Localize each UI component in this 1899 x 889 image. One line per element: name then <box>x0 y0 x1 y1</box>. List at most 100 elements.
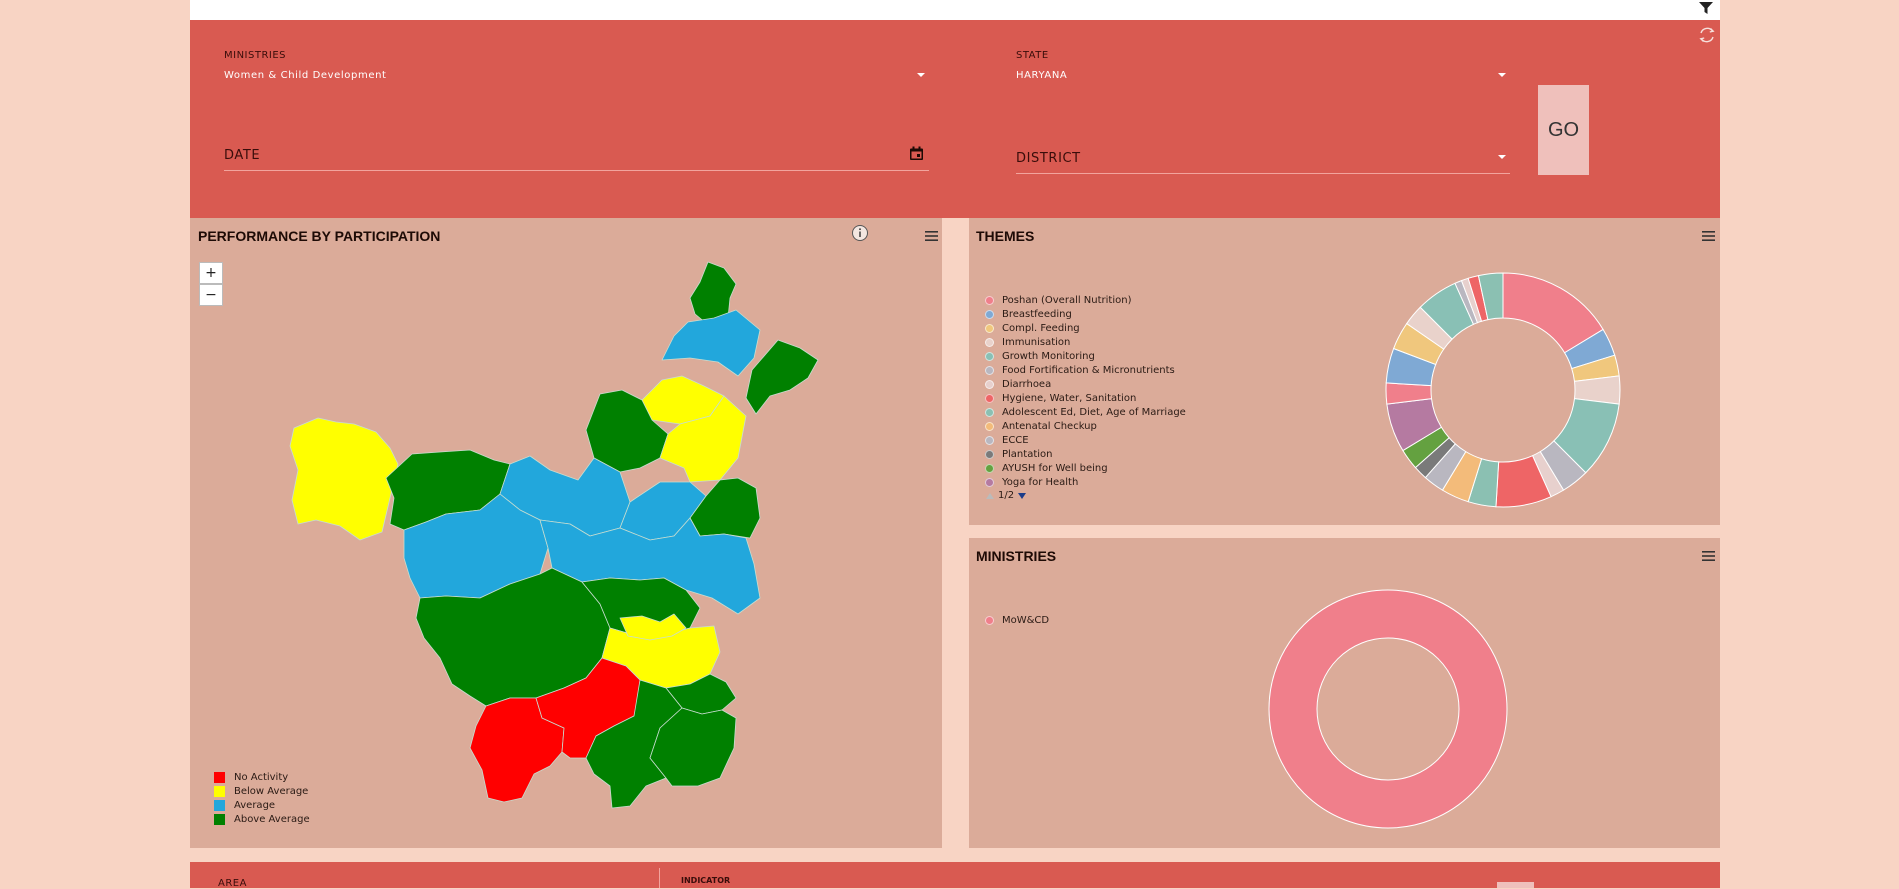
indicator-label: INDICATOR <box>681 876 731 885</box>
themes-legend-item[interactable]: Compl. Feeding <box>985 321 1186 335</box>
themes-legend-label: Breastfeeding <box>1002 308 1072 320</box>
themes-legend-dot <box>985 393 994 403</box>
themes-legend-item[interactable]: Food Fortification & Micronutrients <box>985 363 1186 377</box>
date-input[interactable]: DATE <box>224 148 260 163</box>
themes-legend-dot <box>985 379 994 389</box>
ministries-card: MINISTRIES MoW&CD <box>969 538 1720 848</box>
themes-legend-dot <box>985 463 994 473</box>
no-activity-swatch <box>214 771 225 783</box>
pager-text: 1/2 <box>998 490 1015 501</box>
bottom-go-button[interactable] <box>1497 882 1534 888</box>
themes-menu-icon[interactable] <box>1702 226 1715 245</box>
state-dropdown-icon[interactable] <box>1498 73 1506 77</box>
themes-legend-dot <box>985 435 994 445</box>
map-legend-label: No Activity <box>234 771 289 783</box>
district-select[interactable]: DISTRICT <box>1016 151 1081 166</box>
go-button[interactable]: GO <box>1538 85 1589 175</box>
themes-legend-label: ECCE <box>1002 434 1029 446</box>
map-legend-item: Above Average <box>214 812 310 826</box>
themes-legend-dot <box>985 477 994 487</box>
themes-legend-item[interactable]: AYUSH for Well being <box>985 461 1186 475</box>
pager-up-icon[interactable] <box>985 492 995 500</box>
district-underline <box>1016 173 1510 174</box>
themes-legend-item[interactable]: Breastfeeding <box>985 307 1186 321</box>
themes-legend-label: Hygiene, Water, Sanitation <box>1002 392 1137 404</box>
filter-icon[interactable] <box>1698 0 1720 19</box>
themes-legend-label: Adolescent Ed, Diet, Age of Marriage <box>1002 406 1186 418</box>
themes-legend-label: Plantation <box>1002 448 1053 460</box>
filter-panel: MINISTRIES Women & Child Development STA… <box>190 20 1720 218</box>
themes-legend-label: Yoga for Health <box>1002 476 1079 488</box>
themes-legend-label: Food Fortification & Micronutrients <box>1002 364 1175 376</box>
themes-legend-item[interactable]: Plantation <box>985 447 1186 461</box>
ministries-legend-label: MoW&CD <box>1002 614 1050 626</box>
themes-title: THEMES <box>976 228 1035 244</box>
map-legend-item: No Activity <box>214 770 310 784</box>
themes-legend-item[interactable]: Hygiene, Water, Sanitation <box>985 391 1186 405</box>
themes-legend-item[interactable]: ECCE <box>985 433 1186 447</box>
average-swatch <box>214 799 225 811</box>
ministries-donut-chart <box>1268 589 1508 829</box>
themes-legend-dot <box>985 309 994 319</box>
map-legend-label: Average <box>234 799 276 811</box>
themes-legend-item[interactable]: Immunisation <box>985 335 1186 349</box>
themes-legend-label: Immunisation <box>1002 336 1071 348</box>
ministries-slice[interactable] <box>1268 589 1508 829</box>
themes-legend-label: AYUSH for Well being <box>1002 462 1108 474</box>
calendar-icon[interactable] <box>909 146 924 165</box>
themes-legend-label: Antenatal Checkup <box>1002 420 1097 432</box>
themes-legend-item[interactable]: Growth Monitoring <box>985 349 1186 363</box>
map-legend-label: Above Average <box>234 813 310 825</box>
themes-legend-label: Growth Monitoring <box>1002 350 1095 362</box>
themes-legend-item[interactable]: Antenatal Checkup <box>985 419 1186 433</box>
map-legend: No Activity Below Average Average Above … <box>214 770 310 826</box>
themes-donut-chart <box>1385 272 1621 508</box>
themes-legend-label: Poshan (Overall Nutrition) <box>1002 294 1132 306</box>
district-dropdown-icon[interactable] <box>1498 155 1506 159</box>
district-sonipat <box>689 477 761 539</box>
themes-legend-dot <box>985 421 994 431</box>
themes-legend-dot <box>985 407 994 417</box>
date-underline <box>224 170 929 171</box>
ministries-legend-item[interactable]: MoW&CD <box>985 613 1049 627</box>
district-sirsa <box>289 417 399 541</box>
themes-legend-dot <box>985 323 994 333</box>
map-legend-item: Average <box>214 798 310 812</box>
themes-legend-dot <box>985 365 994 375</box>
ministries-menu-icon[interactable] <box>1702 546 1715 565</box>
ministries-dropdown-icon[interactable] <box>917 73 925 77</box>
state-label: STATE <box>1016 50 1049 61</box>
themes-legend-dot <box>985 337 994 347</box>
themes-legend-label: Compl. Feeding <box>1002 322 1080 334</box>
state-select-value[interactable]: HARYANA <box>1016 70 1067 81</box>
ministries-legend: MoW&CD <box>985 613 1049 627</box>
themes-legend-item[interactable]: Yoga for Health <box>985 475 1186 489</box>
themes-legend-item[interactable]: Poshan (Overall Nutrition) <box>985 293 1186 307</box>
themes-legend-label: Diarrhoea <box>1002 378 1052 390</box>
bottom-divider <box>659 868 660 888</box>
below-average-swatch <box>214 785 225 797</box>
haryana-map <box>289 261 819 809</box>
ministries-title: MINISTRIES <box>976 548 1057 564</box>
pager-down-icon[interactable] <box>1017 492 1027 500</box>
map-legend-label: Below Average <box>234 785 309 797</box>
district-yamunanagar <box>745 339 819 415</box>
themes-legend-item[interactable]: Adolescent Ed, Diet, Age of Marriage <box>985 405 1186 419</box>
themes-legend-pager: 1/2 <box>985 490 1027 501</box>
top-bar <box>190 0 1720 20</box>
bottom-filter-panel: AREA INDICATOR <box>190 862 1720 889</box>
themes-legend-dot <box>985 351 994 361</box>
map-legend-item: Below Average <box>214 784 310 798</box>
district-ambala <box>661 309 761 377</box>
participation-card: PERFORMANCE BY PARTICIPATION + − No Acti… <box>190 218 942 848</box>
area-label: AREA <box>218 878 247 889</box>
ministries-label: MINISTRIES <box>224 50 287 61</box>
ministries-select-value[interactable]: Women & Child Development <box>224 70 387 81</box>
ministries-legend-dot <box>985 615 994 625</box>
above-average-swatch <box>214 813 225 825</box>
themes-legend: Poshan (Overall Nutrition) Breastfeeding C… <box>985 293 1186 489</box>
refresh-icon[interactable] <box>1698 26 1716 48</box>
themes-legend-dot <box>985 449 994 459</box>
themes-legend-item[interactable]: Diarrhoea <box>985 377 1186 391</box>
themes-card: THEMES Poshan (Overall Nutrition) Breastf… <box>969 218 1720 525</box>
